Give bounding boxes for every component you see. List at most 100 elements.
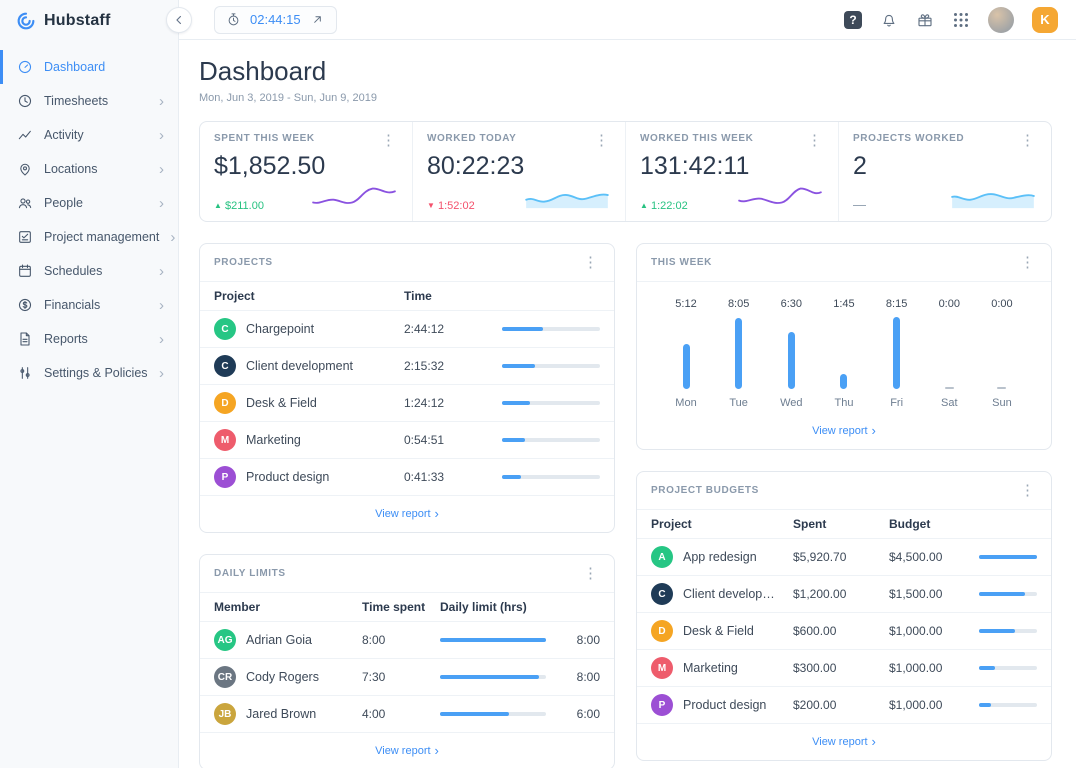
daily-limits-view-report-link[interactable]: View report › [200,733,614,768]
sidebar-item-activity[interactable]: Activity › [0,118,178,152]
item-name: Marketing [246,433,301,447]
stat-value: 80:22:23 [427,152,525,180]
budgets-view-report-link[interactable]: View report › [637,724,1051,760]
spent-value: $300.00 [793,661,837,675]
item-name: Product design [683,698,767,712]
sidebar-item-reports[interactable]: Reports › [0,322,178,356]
budget-value: $1,000.00 [889,661,943,675]
sidebar-item-locations[interactable]: Locations › [0,152,178,186]
stat-menu-icon[interactable]: ⋮ [592,133,611,148]
budget-row-client-development[interactable]: C Client development $1,200.00 $1,500.00 [637,576,1051,613]
sidebar-item-financials[interactable]: Financials › [0,288,178,322]
sidebar-item-people[interactable]: People › [0,186,178,220]
stat-menu-icon[interactable]: ⋮ [379,133,398,148]
stat-delta: ▲ $211.00 [214,200,264,212]
app-root: Hubstaff Dashboard Timesheets › Activity › Lo… [0,0,1076,768]
timer-value: 02:44:15 [250,12,301,27]
stat-value: $1,852.50 [214,152,326,180]
stat-label: SPENT THIS WEEK [214,133,315,144]
this-week-card-menu-icon[interactable]: ⋮ [1018,255,1037,270]
budgets-table-body: A App redesign $5,920.70 $4,500.00 C Client d… [637,539,1051,724]
col-member: Member [214,600,261,614]
apps-grid-icon[interactable] [952,11,970,29]
projects-table-body: C Chargepoint 2:44:12 C Client development 2:… [200,311,614,496]
projects-card-menu-icon[interactable]: ⋮ [581,255,600,270]
stat-worked-today: WORKED TODAY ⋮ 80:22:23 ▼ 1:52:02 [413,122,626,221]
chevron-right-icon: › [159,330,164,348]
avatar: P [214,466,236,488]
daily-limits-card-menu-icon[interactable]: ⋮ [581,566,600,581]
project-row-chargepoint[interactable]: C Chargepoint 2:44:12 [200,311,614,348]
budget-row-desk-field[interactable]: D Desk & Field $600.00 $1,000.00 [637,613,1051,650]
budget-row-app-redesign[interactable]: A App redesign $5,920.70 $4,500.00 [637,539,1051,576]
sidebar-item-timesheets[interactable]: Timesheets › [0,84,178,118]
project-row-product-design[interactable]: P Product design 0:41:33 [200,459,614,496]
chevron-right-icon: › [159,262,164,280]
stat-worked-this-week: WORKED THIS WEEK ⋮ 131:42:11 ▲ 1:22:02 [626,122,839,221]
bar-value-label: 8:15 [885,298,908,310]
stat-value: 131:42:11 [640,152,750,180]
stat-menu-icon[interactable]: ⋮ [1018,133,1037,148]
main-area: 02:44:15 ? K Dashboard Mon, Jun 3, 2019 … [166,0,1076,768]
member-row-adrian-goia[interactable]: AG Adrian Goia 8:00 8:00 [200,622,614,659]
budget-row-product-design[interactable]: P Product design $200.00 $1,000.00 [637,687,1051,724]
budget-row-marketing[interactable]: M Marketing $300.00 $1,000.00 [637,650,1051,687]
progress-bar [502,327,600,331]
open-timer-icon[interactable] [310,12,325,27]
sidebar-item-label: Reports [44,332,88,346]
stat-spent-this-week: SPENT THIS WEEK ⋮ $1,852.50 ▲ $211.00 [200,122,413,221]
sidebar-item-project-management[interactable]: Project management › [0,220,178,254]
sidebar-item-settings-policies[interactable]: Settings & Policies › [0,356,178,390]
progress-bar [502,401,600,405]
projects-table-header: Project Time [200,282,614,311]
gift-icon[interactable] [916,11,934,29]
week-bar-sun: 0:00 Sun [985,298,1019,409]
chevron-right-icon: › [159,126,164,144]
progress-bar [979,555,1037,559]
member-row-cody-rogers[interactable]: CR Cody Rogers 7:30 8:00 [200,659,614,696]
project-budgets-card-title: PROJECT BUDGETS [651,485,759,496]
sidebar-collapse-button[interactable] [166,6,192,33]
sidebar-item-label: Settings & Policies [44,366,148,380]
settings-icon [17,365,33,381]
projects-view-report-link[interactable]: View report › [200,496,614,532]
col-time: Time [404,289,432,303]
help-button[interactable]: ? [844,10,862,29]
timer-widget[interactable]: 02:44:15 [214,5,337,34]
stopwatch-icon [226,12,241,27]
brand-logo[interactable]: Hubstaff [0,0,178,42]
notifications-bell-icon[interactable] [880,11,898,29]
member-row-jared-brown[interactable]: JB Jared Brown 4:00 6:00 [200,696,614,733]
chevron-right-icon: › [159,296,164,314]
project-row-client-development[interactable]: C Client development 2:15:32 [200,348,614,385]
this-week-card: THIS WEEK ⋮ 5:12 Mon 8:05 Tue 6:30 Wed 1:45 Thu… [636,243,1052,450]
sparkline-chart [736,183,824,212]
this-week-view-report-link[interactable]: View report › [637,413,1051,449]
item-name: App redesign [683,550,757,564]
organization-avatar[interactable]: K [1032,6,1058,33]
week-bar-wed: 6:30 Wed [774,298,808,409]
daily-limit-value: 6:00 [576,707,600,721]
project-management-icon [17,229,33,245]
daily-limits-table-header: Member Time spent Daily limit (hrs) [200,593,614,622]
user-avatar[interactable] [988,6,1014,33]
stat-value: 2 [853,152,867,180]
day-label: Sat [941,397,958,409]
chevron-right-icon: › [159,92,164,110]
project-row-marketing[interactable]: M Marketing 0:54:51 [200,422,614,459]
project-budgets-card-menu-icon[interactable]: ⋮ [1018,483,1037,498]
sidebar-item-dashboard[interactable]: Dashboard [0,50,178,84]
avatar: CR [214,666,236,688]
progress-bar [440,638,546,642]
spent-value: $200.00 [793,698,837,712]
project-row-desk-field[interactable]: D Desk & Field 1:24:12 [200,385,614,422]
sidebar-item-schedules[interactable]: Schedules › [0,254,178,288]
bar-value-label: 5:12 [675,298,697,310]
avatar: P [651,694,673,716]
spent-value: $600.00 [793,624,837,638]
bar-value-label: 0:00 [938,298,960,310]
financials-icon [17,297,33,313]
stat-menu-icon[interactable]: ⋮ [805,133,824,148]
bar [893,317,901,389]
chevron-right-icon: › [159,160,164,178]
